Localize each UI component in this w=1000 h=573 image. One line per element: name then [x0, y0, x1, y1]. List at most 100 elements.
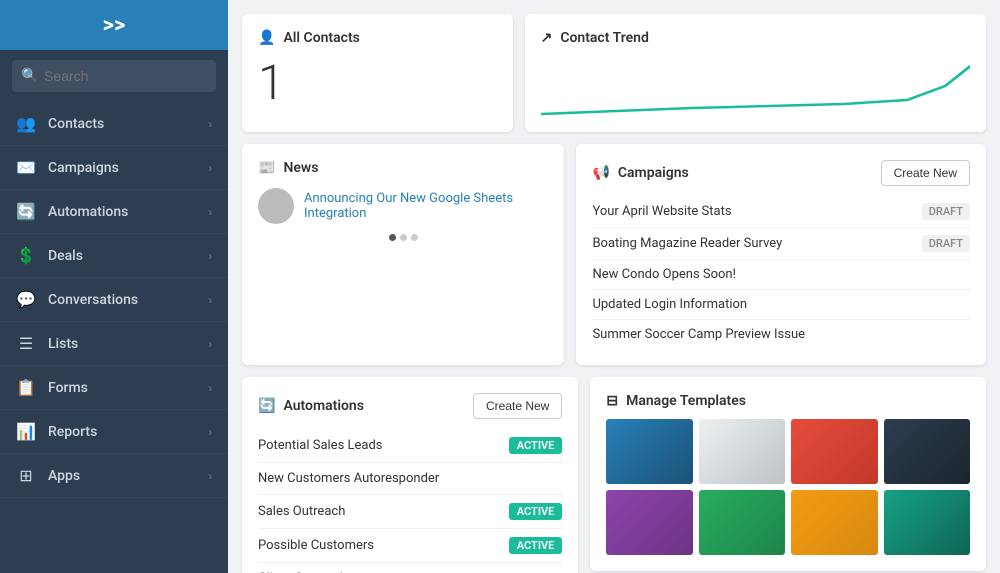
- sidebar-item-contacts[interactable]: 👥 Contacts ›: [0, 102, 228, 146]
- news-title: 📰 News: [258, 160, 548, 176]
- draft-badge: DRAFT: [922, 235, 970, 252]
- template-thumbnail[interactable]: [606, 419, 692, 484]
- all-contacts-card: 👤 All Contacts 1: [242, 14, 513, 132]
- campaign-name: New Condo Opens Soon!: [592, 267, 736, 282]
- sidebar-label-contacts: Contacts: [48, 116, 208, 132]
- dot-2[interactable]: [400, 234, 407, 241]
- campaign-list: Your April Website Stats DRAFT Boating M…: [592, 196, 970, 349]
- campaign-item: New Condo Opens Soon!: [592, 260, 970, 290]
- automation-item: Client Outreach: [258, 563, 562, 573]
- deals-icon: 💲: [16, 246, 36, 265]
- news-body: Announcing Our New Google Sheets Integra…: [258, 188, 548, 224]
- sidebar-item-conversations[interactable]: 💬 Conversations ›: [0, 278, 228, 322]
- contact-trend-title: ↗ Contact Trend: [541, 30, 970, 46]
- sidebar-item-forms[interactable]: 📋 Forms ›: [0, 366, 228, 410]
- sidebar-label-forms: Forms: [48, 380, 208, 396]
- sidebar-label-conversations: Conversations: [48, 292, 208, 308]
- automations-title: 🔄 Automations: [258, 398, 364, 414]
- sidebar-search-wrapper: 🔍: [0, 50, 228, 102]
- active-badge: ACTIVE: [509, 503, 563, 520]
- sidebar-item-deals[interactable]: 💲 Deals ›: [0, 234, 228, 278]
- automation-item: Potential Sales Leads ACTIVE: [258, 429, 562, 463]
- active-badge: ACTIVE: [509, 537, 563, 554]
- template-thumbnail[interactable]: [884, 419, 970, 484]
- campaign-item: Your April Website Stats DRAFT: [592, 196, 970, 228]
- sidebar-item-apps[interactable]: ⊞ Apps ›: [0, 454, 228, 498]
- sidebar-item-campaigns[interactable]: ✉️ Campaigns ›: [0, 146, 228, 190]
- refresh-icon: 🔄: [258, 398, 275, 414]
- template-thumbnail[interactable]: [699, 419, 785, 484]
- draft-badge: DRAFT: [922, 203, 970, 220]
- chevron-right-icon: ›: [208, 117, 212, 131]
- search-input[interactable]: [12, 60, 216, 92]
- sidebar-label-lists: Lists: [48, 336, 208, 352]
- template-thumbnail[interactable]: [791, 490, 877, 555]
- lists-icon: ☰: [16, 334, 36, 353]
- megaphone-icon: 📢: [592, 165, 609, 181]
- automations-create-new-button[interactable]: Create New: [473, 393, 562, 419]
- trend-chart: [541, 56, 970, 116]
- automation-name: Potential Sales Leads: [258, 438, 383, 453]
- right-column: ⊟ Manage Templates 👥: [590, 377, 986, 573]
- contact-trend-card: ↗ Contact Trend: [525, 14, 986, 132]
- news-pagination-dots: [258, 234, 548, 241]
- automations-card: 🔄 Automations Create New Potential Sales…: [242, 377, 578, 573]
- campaigns-create-new-button[interactable]: Create New: [881, 160, 970, 186]
- trend-icon: ↗: [541, 30, 553, 46]
- sidebar-label-deals: Deals: [48, 248, 208, 264]
- chevron-right-icon: ›: [208, 337, 212, 351]
- logo-icon: >>: [103, 13, 126, 38]
- chevron-right-icon: ›: [208, 161, 212, 175]
- chevron-right-icon: ›: [208, 381, 212, 395]
- dot-3[interactable]: [411, 234, 418, 241]
- dot-1[interactable]: [389, 234, 396, 241]
- sidebar-label-campaigns: Campaigns: [48, 160, 208, 176]
- person-icon: 👤: [258, 30, 275, 46]
- sidebar-item-reports[interactable]: 📊 Reports ›: [0, 410, 228, 454]
- search-icon: 🔍: [21, 68, 38, 84]
- bottom-row: 🔄 Automations Create New Potential Sales…: [242, 377, 986, 573]
- campaign-name: Updated Login Information: [592, 297, 747, 312]
- main-content: 👤 All Contacts 1 ↗ Contact Trend 📰 News: [228, 0, 1000, 573]
- news-avatar: [258, 188, 294, 224]
- automations-icon: 🔄: [16, 202, 36, 221]
- chevron-right-icon: ›: [208, 205, 212, 219]
- news-card: 📰 News Announcing Our New Google Sheets …: [242, 144, 564, 365]
- contacts-icon: 👥: [16, 114, 36, 133]
- campaign-name: Summer Soccer Camp Preview Issue: [592, 327, 805, 342]
- template-thumbnail[interactable]: [791, 419, 877, 484]
- templates-icon: ⊟: [606, 393, 618, 409]
- automation-name: New Customers Autoresponder: [258, 471, 439, 486]
- template-thumbnail[interactable]: [606, 490, 692, 555]
- campaigns-header: 📢 Campaigns Create New: [592, 160, 970, 186]
- manage-templates-card: ⊟ Manage Templates: [590, 377, 986, 571]
- sidebar-logo[interactable]: >>: [0, 0, 228, 50]
- campaigns-icon: ✉️: [16, 158, 36, 177]
- sidebar-label-automations: Automations: [48, 204, 208, 220]
- forms-icon: 📋: [16, 378, 36, 397]
- automation-name: Sales Outreach: [258, 504, 345, 519]
- campaign-name: Your April Website Stats: [592, 204, 731, 219]
- campaign-name: Boating Magazine Reader Survey: [592, 236, 782, 251]
- top-row: 👤 All Contacts 1 ↗ Contact Trend: [242, 14, 986, 132]
- automation-list: Potential Sales Leads ACTIVE New Custome…: [258, 429, 562, 573]
- automation-item: Possible Customers ACTIVE: [258, 529, 562, 563]
- active-badge: ACTIVE: [509, 437, 563, 454]
- campaign-item: Boating Magazine Reader Survey DRAFT: [592, 228, 970, 260]
- apps-icon: ⊞: [16, 466, 36, 485]
- template-thumbnail[interactable]: [884, 490, 970, 555]
- sidebar-item-lists[interactable]: ☰ Lists ›: [0, 322, 228, 366]
- campaigns-card: 📢 Campaigns Create New Your April Websit…: [576, 144, 986, 365]
- templates-grid: [606, 419, 970, 555]
- chevron-right-icon: ›: [208, 469, 212, 483]
- campaign-item: Summer Soccer Camp Preview Issue: [592, 320, 970, 349]
- conversations-icon: 💬: [16, 290, 36, 309]
- template-thumbnail[interactable]: [699, 490, 785, 555]
- sidebar: >> 🔍 👥 Contacts › ✉️ Campaigns › 🔄 Autom…: [0, 0, 228, 573]
- news-article-link[interactable]: Announcing Our New Google Sheets Integra…: [304, 191, 548, 221]
- sidebar-item-automations[interactable]: 🔄 Automations ›: [0, 190, 228, 234]
- sidebar-label-reports: Reports: [48, 424, 208, 440]
- news-icon: 📰: [258, 160, 275, 176]
- reports-icon: 📊: [16, 422, 36, 441]
- mid-row: 📰 News Announcing Our New Google Sheets …: [242, 144, 986, 365]
